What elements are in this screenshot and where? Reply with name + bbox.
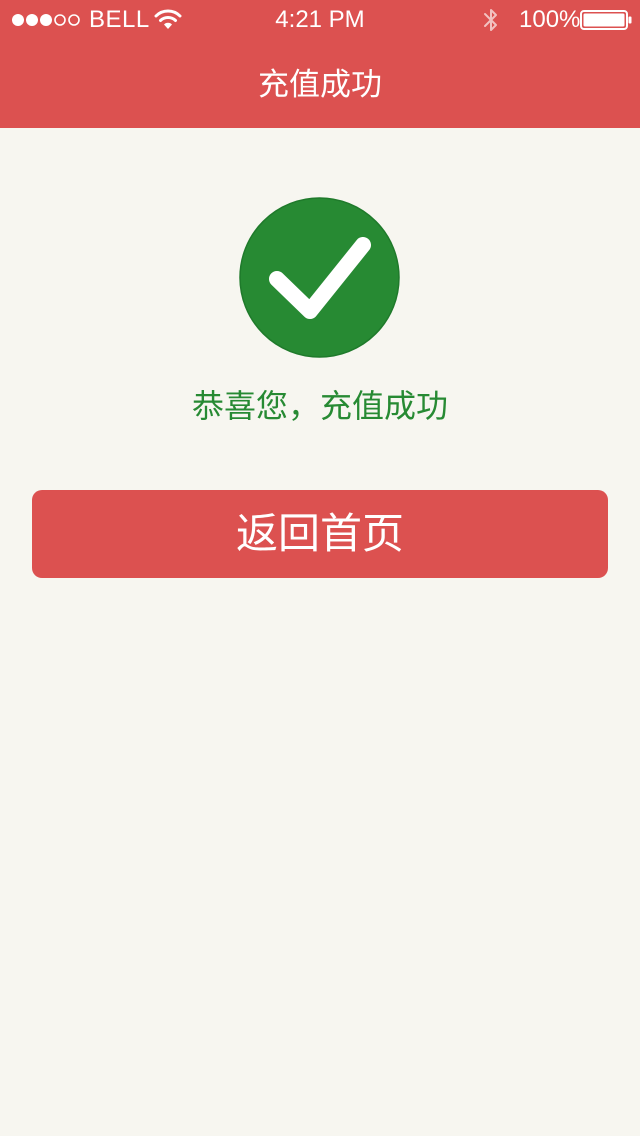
battery-percentage: 100% xyxy=(519,6,581,33)
battery-icon xyxy=(580,10,632,30)
header-bar: BELL 4:21 PM 100% 充值成功 xyxy=(0,0,640,128)
page-title: 充值成功 xyxy=(258,67,382,103)
check-circle-icon xyxy=(239,197,400,358)
success-message: 恭喜您，充值成功 xyxy=(191,387,448,425)
status-bar: BELL 4:21 PM 100% xyxy=(0,0,640,40)
screen: BELL 4:21 PM 100% 充值成功 恭喜您，充值成功 返回首页 xyxy=(0,0,640,1136)
bluetooth-icon xyxy=(484,9,497,31)
return-home-button[interactable]: 返回首页 xyxy=(32,490,608,578)
